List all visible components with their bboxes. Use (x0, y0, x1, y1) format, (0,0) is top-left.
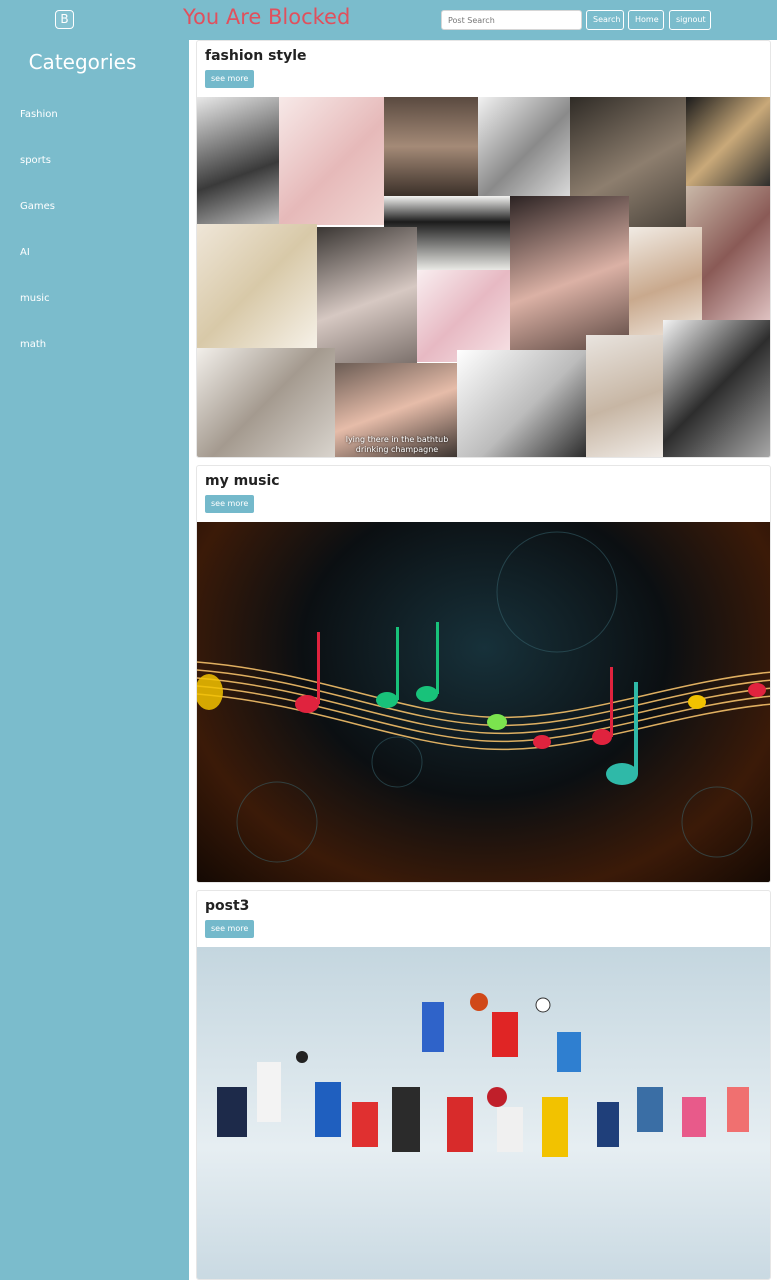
sidebar-item-math[interactable]: math (20, 339, 46, 350)
post-title: my music (205, 473, 280, 489)
athletes-illustration (217, 993, 749, 1157)
post-card: fashion style see more lying there in th… (196, 40, 771, 458)
home-button[interactable]: Home (628, 10, 664, 30)
search-button[interactable]: Search (586, 10, 624, 30)
sidebar-item-fashion[interactable]: Fashion (20, 109, 58, 120)
post-card: my music see more (196, 465, 771, 883)
post-image-sports-athletes (197, 947, 770, 1279)
sidebar-item-music[interactable]: music (20, 293, 50, 304)
music-staff-illustration (197, 531, 770, 863)
categories-sidebar: Categories Fashion sports Games AI music… (0, 40, 189, 1280)
see-more-button[interactable]: see more (205, 495, 255, 513)
post-title: post3 (205, 898, 250, 914)
post-feed: fashion style see more lying there in th… (189, 40, 777, 1280)
post-image-fashion-collage: lying there in the bathtub drinking cham… (197, 97, 770, 457)
post-card: post3 see more (196, 890, 771, 1280)
post-title: fashion style (205, 48, 307, 64)
top-navbar: B You Are Blocked Search Home signout (0, 0, 777, 40)
see-more-button[interactable]: see more (205, 920, 255, 938)
signout-button[interactable]: signout (669, 10, 711, 30)
site-title: You Are Blocked (183, 5, 351, 29)
sidebar-item-ai[interactable]: AI (20, 247, 30, 258)
sidebar-item-sports[interactable]: sports (20, 155, 51, 166)
post-search-input[interactable] (441, 10, 582, 30)
brand-logo-icon[interactable]: B (55, 10, 74, 29)
see-more-button[interactable]: see more (205, 70, 255, 88)
post-image-music-notes (197, 522, 770, 882)
sidebar-title: Categories (28, 50, 137, 74)
sidebar-item-games[interactable]: Games (20, 201, 55, 212)
image-caption: lying there in the bathtub drinking cham… (345, 435, 449, 454)
